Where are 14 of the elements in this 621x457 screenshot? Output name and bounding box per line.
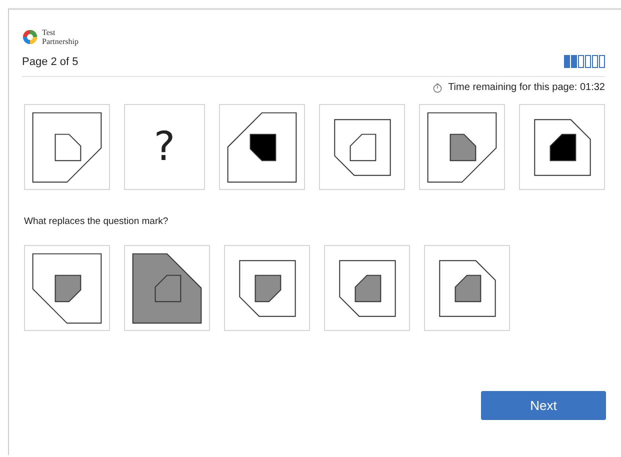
- answer-option[interactable]: [424, 245, 510, 331]
- answer-option[interactable]: [224, 245, 310, 331]
- answer-option[interactable]: [324, 245, 410, 331]
- logo-icon: [22, 29, 38, 45]
- answer-option[interactable]: [24, 245, 110, 331]
- next-button[interactable]: Next: [481, 391, 606, 420]
- question-text: What replaces the question mark?: [24, 216, 170, 227]
- stopwatch-icon: [433, 82, 442, 92]
- time-remaining: Time remaining for this page: 01:32: [448, 82, 605, 93]
- brand-name: Test: [42, 28, 56, 37]
- question-mark: ?: [154, 124, 176, 170]
- page-label: Page 2 of 5: [22, 56, 78, 68]
- brand-name: Partnership: [42, 37, 78, 46]
- answer-option[interactable]: [124, 245, 210, 331]
